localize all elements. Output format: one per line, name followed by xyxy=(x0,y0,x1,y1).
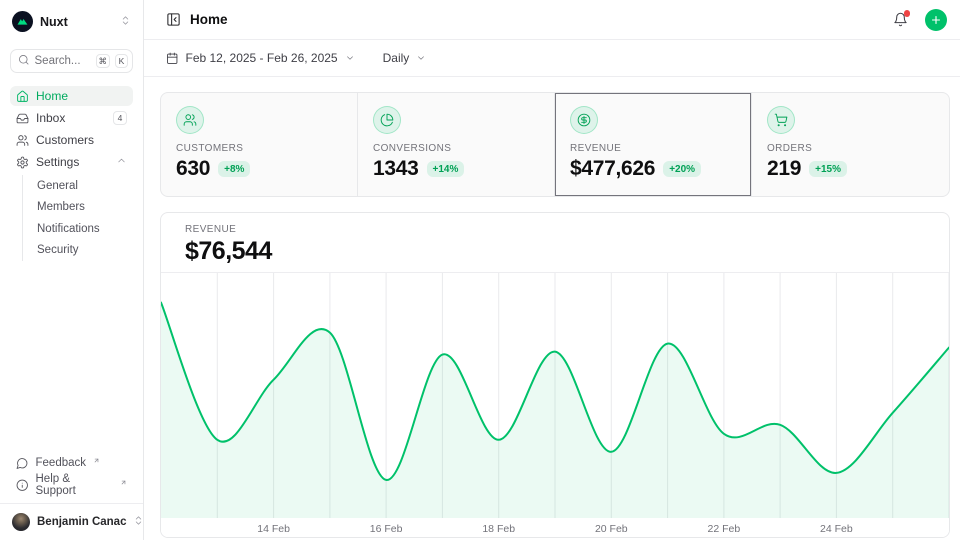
sidebar-item-label: Customers xyxy=(36,133,94,147)
users-icon xyxy=(16,134,29,147)
notifications-bell-icon[interactable] xyxy=(893,12,908,27)
chart-header: REVENUE $76,544 xyxy=(161,213,949,273)
date-range-picker[interactable]: Feb 12, 2025 - Feb 26, 2025 xyxy=(166,51,355,65)
top-header: Home xyxy=(144,0,960,40)
stat-card-revenue[interactable]: REVENUE $477,626 +20% xyxy=(555,93,752,196)
avatar xyxy=(12,513,30,531)
kbd-k: K xyxy=(115,54,128,68)
svg-text:24 Feb: 24 Feb xyxy=(820,523,853,535)
delta-badge: +14% xyxy=(427,161,465,177)
house-icon xyxy=(16,90,29,103)
sidebar-item-settings[interactable]: Settings xyxy=(10,152,133,172)
chevrons-up-down-icon xyxy=(133,513,144,531)
page-title: Home xyxy=(190,12,228,27)
sidebar-item-inbox[interactable]: Inbox 4 xyxy=(10,108,133,128)
filters-toolbar: Feb 12, 2025 - Feb 26, 2025 Daily xyxy=(144,40,960,77)
sidebar-item-customers[interactable]: Customers xyxy=(10,130,133,150)
main-panel: Home Feb 12, 2025 - Feb 26, 2025 xyxy=(144,0,960,540)
chart-metric-label: REVENUE xyxy=(185,224,925,235)
sidebar-item-label: Home xyxy=(36,89,68,103)
user-menu[interactable]: Benjamin Canac xyxy=(0,503,143,540)
stat-label: CONVERSIONS xyxy=(373,143,539,154)
stat-label: ORDERS xyxy=(767,143,934,154)
nuxt-logo-icon xyxy=(12,11,33,32)
stat-value: 219 xyxy=(767,157,801,181)
sidebar-item-help-support[interactable]: Help & Support xyxy=(10,474,133,496)
kbd-meta: ⌘ xyxy=(96,54,111,68)
search-icon xyxy=(18,52,30,70)
stat-value: 1343 xyxy=(373,157,419,181)
stat-label: REVENUE xyxy=(570,143,736,154)
sidebar-nav: Home Inbox 4 Customers Settings xyxy=(10,86,133,262)
sidebar-item-label: Settings xyxy=(36,155,79,169)
users-icon xyxy=(176,106,204,134)
app-root: Nuxt Search... ⌘ K Home xyxy=(0,0,960,540)
sidebar-item-home[interactable]: Home xyxy=(10,86,133,106)
stat-card-orders[interactable]: ORDERS 219 +15% xyxy=(752,93,949,196)
chat-bubble-icon xyxy=(16,457,29,470)
revenue-chart-card: REVENUE $76,544 14 Feb 16 Feb 18 Feb 20 Feb… xyxy=(160,212,950,538)
search-placeholder: Search... xyxy=(35,55,91,67)
dollar-circle-icon xyxy=(570,106,598,134)
period-select[interactable]: Daily xyxy=(383,51,427,65)
info-icon xyxy=(16,479,29,492)
revenue-area-chart[interactable]: 14 Feb 16 Feb 18 Feb 20 Feb 22 Feb 24 Feb xyxy=(161,273,949,537)
stat-value: 630 xyxy=(176,157,210,181)
chevrons-up-down-icon xyxy=(120,13,131,31)
user-name: Benjamin Canac xyxy=(37,516,126,528)
page-content: CUSTOMERS 630 +8% CONVERSIONS 1343 +14% xyxy=(144,77,960,540)
add-button[interactable] xyxy=(925,9,947,31)
date-range-label: Feb 12, 2025 - Feb 26, 2025 xyxy=(186,51,338,65)
chart-metric-value: $76,544 xyxy=(185,237,925,266)
stat-card-conversions[interactable]: CONVERSIONS 1343 +14% xyxy=(358,93,555,196)
pie-chart-icon xyxy=(373,106,401,134)
chevron-down-icon xyxy=(345,53,355,63)
sidebar-item-label: Inbox xyxy=(36,111,65,125)
period-label: Daily xyxy=(383,51,410,65)
sidebar-item-feedback[interactable]: Feedback xyxy=(10,452,133,474)
svg-text:16 Feb: 16 Feb xyxy=(370,523,403,535)
sidebar-item-label: Help & Support xyxy=(36,473,114,497)
stat-label: CUSTOMERS xyxy=(176,143,342,154)
chart-plot-area: 14 Feb 16 Feb 18 Feb 20 Feb 22 Feb 24 Feb xyxy=(161,273,949,537)
stats-cards: CUSTOMERS 630 +8% CONVERSIONS 1343 +14% xyxy=(160,92,950,197)
chevron-up-icon xyxy=(116,155,127,169)
collapse-sidebar-icon[interactable] xyxy=(166,12,181,27)
sidebar-spacer xyxy=(10,262,133,452)
sidebar-item-label: Feedback xyxy=(36,457,87,469)
notification-dot xyxy=(904,10,911,17)
calendar-icon xyxy=(166,52,179,65)
chevron-down-icon xyxy=(416,53,426,63)
external-link-icon xyxy=(93,457,100,464)
cart-icon xyxy=(767,106,795,134)
delta-badge: +20% xyxy=(663,161,701,177)
svg-text:14 Feb: 14 Feb xyxy=(257,523,290,535)
sidebar-item-general[interactable]: General xyxy=(23,175,133,197)
sidebar-item-notifications[interactable]: Notifications xyxy=(23,218,133,240)
search-input[interactable]: Search... ⌘ K xyxy=(10,49,133,73)
stat-card-customers[interactable]: CUSTOMERS 630 +8% xyxy=(161,93,358,196)
settings-children: General Members Notifications Security xyxy=(22,175,133,261)
gear-icon xyxy=(16,156,29,169)
workspace-switcher[interactable]: Nuxt xyxy=(10,9,133,34)
sidebar: Nuxt Search... ⌘ K Home xyxy=(0,0,144,540)
inbox-icon xyxy=(16,112,29,125)
svg-text:20 Feb: 20 Feb xyxy=(595,523,628,535)
workspace-name: Nuxt xyxy=(40,15,68,29)
external-link-icon xyxy=(120,479,127,486)
inbox-count-badge: 4 xyxy=(113,111,127,125)
delta-badge: +15% xyxy=(809,161,847,177)
stat-value: $477,626 xyxy=(570,157,655,181)
delta-badge: +8% xyxy=(218,161,250,177)
sidebar-item-security[interactable]: Security xyxy=(23,240,133,262)
svg-text:22 Feb: 22 Feb xyxy=(708,523,741,535)
svg-text:18 Feb: 18 Feb xyxy=(482,523,515,535)
sidebar-item-members[interactable]: Members xyxy=(23,197,133,219)
